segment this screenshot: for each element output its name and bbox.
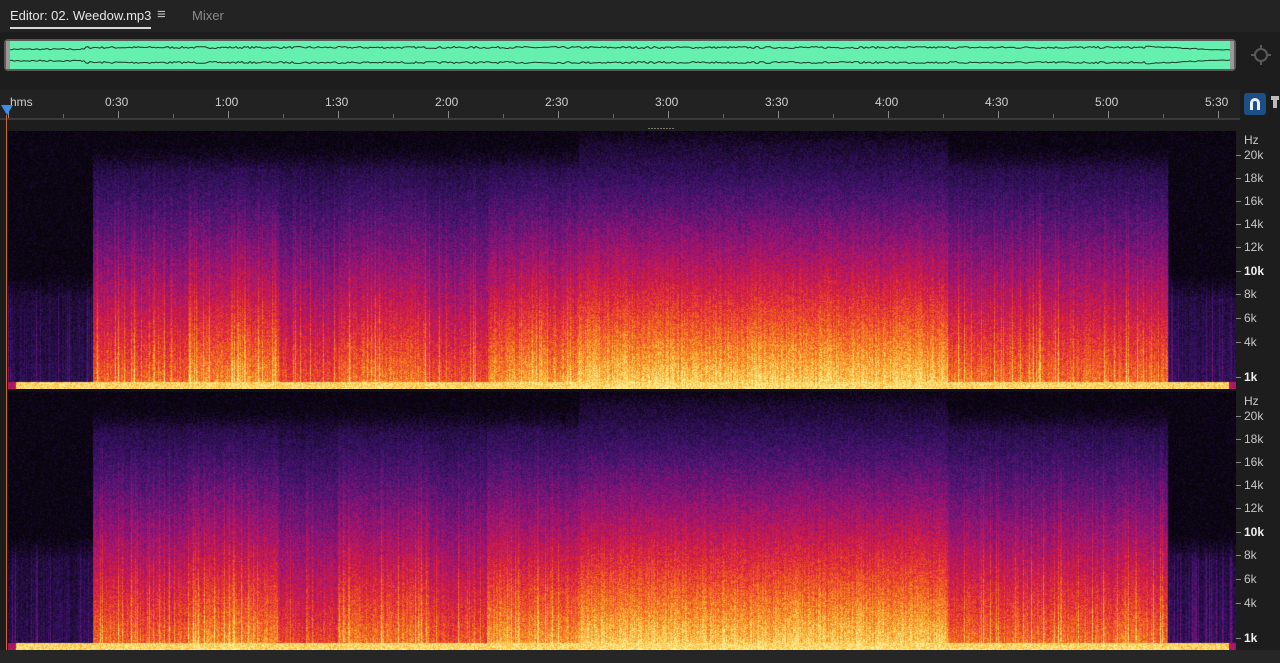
frequency-tick (1236, 579, 1241, 580)
spectrogram-left (8, 131, 1236, 389)
ruler-tick (1218, 111, 1219, 118)
panel-tab-bar: Editor: 02. Weedow.mp3 ≡ Mixer (0, 0, 1280, 32)
frequency-label: 16k (1244, 194, 1264, 208)
playhead-marker[interactable] (1, 105, 13, 115)
frequency-tick (1236, 271, 1241, 272)
time-tick-label: 2:30 (545, 95, 569, 109)
ruler-tick (1108, 111, 1109, 118)
time-tick-label: 3:30 (765, 95, 789, 109)
time-unit-label: hms (10, 95, 33, 109)
frequency-tick (1236, 416, 1241, 417)
time-tick-label: 4:00 (875, 95, 899, 109)
time-tick-label: 4:30 (985, 95, 1009, 109)
frequency-tick (1236, 439, 1241, 440)
frequency-tick (1236, 342, 1241, 343)
frequency-tick (1236, 224, 1241, 225)
ruler-tick (228, 111, 229, 118)
frequency-tick (1236, 603, 1241, 604)
frequency-label: 4k (1244, 596, 1257, 610)
ruler-tick (558, 111, 559, 118)
time-tick-label: 1:00 (215, 95, 239, 109)
frequency-label: 12k (1244, 240, 1264, 254)
overview-waveform-graphic (6, 41, 1234, 69)
frequency-tick (1236, 462, 1241, 463)
snap-magnet-icon (1250, 98, 1260, 110)
spectral-channel-right[interactable] (8, 392, 1236, 650)
frequency-label: 4k (1244, 335, 1257, 349)
overview-waveform-trace (6, 45, 1234, 51)
frequency-scale-left[interactable]: Hz 20k 18k 16k 14k 12k 10k 8k 6k 4k 1k (1236, 131, 1280, 389)
frequency-label: 20k (1244, 409, 1264, 423)
frequency-label: 14k (1244, 217, 1264, 231)
ruler-baseline (0, 118, 1240, 120)
playhead-line (6, 115, 7, 655)
frequency-label: 1k (1244, 370, 1258, 384)
time-ruler[interactable]: hms 0:30 1:00 1:30 2:00 2:30 3:00 3:30 4:00 4:30… (0, 90, 1240, 120)
frequency-label: 14k (1244, 478, 1264, 492)
overview-right-handle (1230, 41, 1234, 69)
frequency-tick (1236, 485, 1241, 486)
frequency-label: 1k (1244, 631, 1258, 645)
frequency-tick (1236, 508, 1241, 509)
time-tick-label: 5:30 (1205, 95, 1229, 109)
frequency-tick (1236, 178, 1241, 179)
frequency-tick (1236, 532, 1241, 533)
tab-mixer[interactable]: Mixer (192, 7, 224, 27)
pin-icon[interactable] (1270, 95, 1280, 113)
frequency-tick (1236, 155, 1241, 156)
frequency-label: 10k (1244, 525, 1265, 539)
time-tick-label: 1:30 (325, 95, 349, 109)
spectral-channel-left[interactable] (8, 131, 1236, 389)
hz-unit-label: Hz (1244, 394, 1259, 408)
bottom-scroll-bar[interactable] (0, 650, 1280, 663)
frequency-label: 6k (1244, 572, 1257, 586)
frequency-scale-right[interactable]: Hz 20k 18k 16k 14k 12k 10k 8k 6k 4k 1k (1236, 392, 1280, 650)
frequency-label: 18k (1244, 171, 1264, 185)
frequency-label: 6k (1244, 311, 1257, 325)
time-tick-label: 2:00 (435, 95, 459, 109)
overview-waveform[interactable] (4, 39, 1236, 71)
frequency-label: 12k (1244, 501, 1264, 515)
ruler-tick (778, 111, 779, 118)
frequency-tick (1236, 318, 1241, 319)
snap-button[interactable] (1244, 93, 1266, 115)
spectrogram-right (8, 392, 1236, 650)
hz-unit-label: Hz (1244, 133, 1259, 147)
time-tick-label: 0:30 (105, 95, 129, 109)
frequency-label: 18k (1244, 432, 1264, 446)
ruler-tick (448, 111, 449, 118)
ruler-tick (998, 111, 999, 118)
frequency-label: 10k (1244, 264, 1265, 278)
panel-menu-icon[interactable]: ≡ (157, 6, 166, 26)
overview-left-handle (6, 41, 10, 69)
ruler-tick (668, 111, 669, 118)
ruler-tick (338, 111, 339, 118)
frequency-tick (1236, 638, 1241, 639)
zoom-full-icon[interactable] (1250, 44, 1272, 66)
frequency-label: 16k (1244, 455, 1264, 469)
frequency-tick (1236, 555, 1241, 556)
time-tick-label: 5:00 (1095, 95, 1119, 109)
frequency-tick (1236, 377, 1241, 378)
frequency-tick (1236, 201, 1241, 202)
channel-divider-grip[interactable] (648, 121, 676, 132)
ruler-tick (118, 111, 119, 118)
frequency-tick (1236, 247, 1241, 248)
ruler-tick (888, 111, 889, 118)
tab-editor[interactable]: Editor: 02. Weedow.mp3 (10, 7, 152, 29)
frequency-label: 20k (1244, 148, 1264, 162)
overview-waveform-trace (6, 59, 1234, 65)
time-tick-label: 3:00 (655, 95, 679, 109)
frequency-label: 8k (1244, 287, 1257, 301)
frequency-label: 8k (1244, 548, 1257, 562)
frequency-tick (1236, 294, 1241, 295)
